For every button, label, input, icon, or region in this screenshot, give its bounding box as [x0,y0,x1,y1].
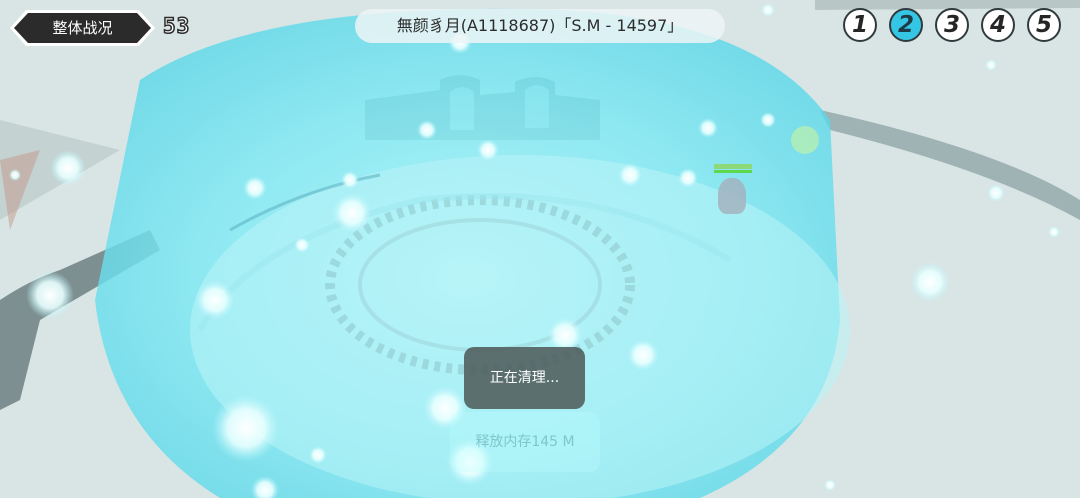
player-character [712,164,756,216]
cleaning-toast: 正在清理... [464,347,585,409]
player-sprite [718,178,746,214]
camera-button-5[interactable]: 5 [1027,8,1061,42]
overview-button[interactable]: 整体战况 [10,10,155,46]
camera-button-3[interactable]: 3 [935,8,969,42]
round-counter: 53 [162,13,191,39]
player-health-bar [714,170,752,173]
memory-released-toast: 释放内存145 M [450,412,600,472]
camera-button-2[interactable]: 2 [889,8,923,42]
overview-label: 整体战况 [52,19,113,37]
camera-button-1[interactable]: 1 [843,8,877,42]
player-nameplate [714,164,752,169]
camera-button-4[interactable]: 4 [981,8,1015,42]
spectated-player-tag: 無颜豸月(A1118687)「S.M - 14597」 [355,9,725,43]
